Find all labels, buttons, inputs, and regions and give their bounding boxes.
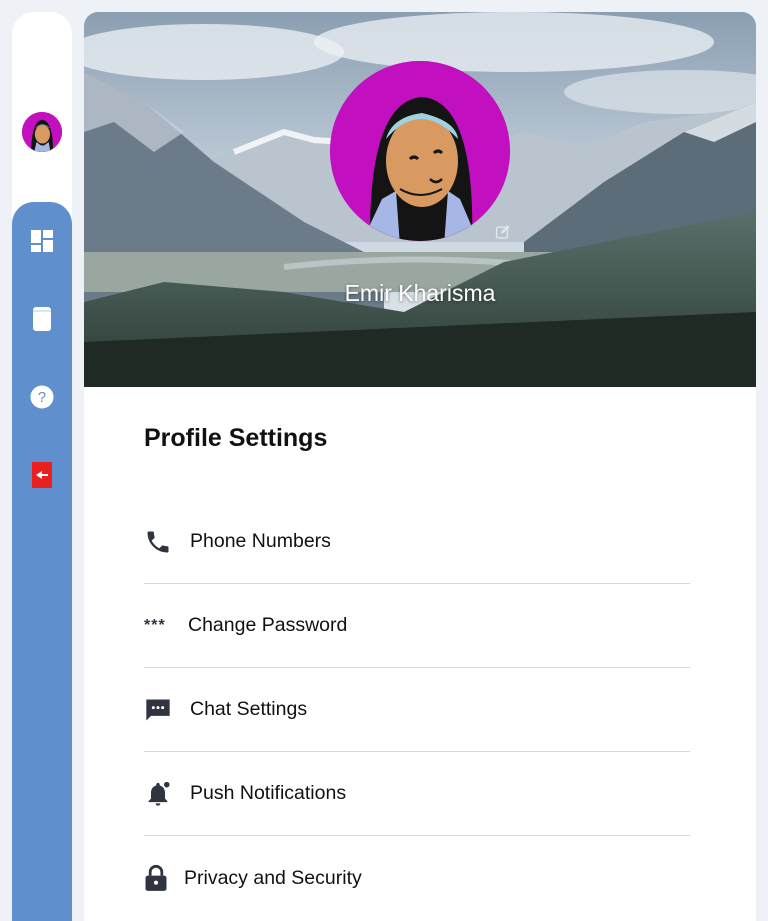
help-icon: ?: [30, 385, 54, 409]
setting-label: Change Password: [188, 614, 348, 636]
setting-phone-numbers[interactable]: Phone Numbers: [144, 500, 690, 584]
page-title: Profile Settings: [144, 424, 328, 452]
profile-card: Emir Kharisma Profile Settings Phone Num…: [84, 12, 756, 921]
logout-icon: [32, 462, 52, 488]
setting-label: Phone Numbers: [190, 530, 331, 552]
dashboard-button[interactable]: [30, 228, 54, 254]
profile-name: Emir Kharisma: [344, 280, 496, 306]
logout-button[interactable]: [30, 462, 54, 488]
bell-icon: [144, 779, 174, 809]
phone-icon: [144, 527, 174, 557]
setting-privacy-security[interactable]: Privacy and Security: [144, 836, 690, 920]
setting-push-notifications[interactable]: Push Notifications: [144, 752, 690, 836]
chat-icon: [144, 695, 174, 725]
help-button[interactable]: ?: [30, 384, 54, 410]
password-icon: ***: [144, 616, 166, 634]
sidebar: ?: [12, 202, 72, 921]
setting-label: Push Notifications: [190, 782, 347, 804]
edit-icon: [495, 225, 510, 239]
setting-change-password[interactable]: *** Change Password: [144, 584, 690, 668]
profile-avatar[interactable]: [330, 61, 510, 241]
lock-icon: [144, 863, 174, 893]
book-icon: [33, 307, 51, 331]
svg-text:?: ?: [38, 390, 46, 406]
setting-chat-settings[interactable]: Chat Settings: [144, 668, 690, 752]
edit-avatar-button[interactable]: [495, 224, 511, 240]
setting-label: Privacy and Security: [184, 866, 362, 889]
settings-list: Phone Numbers *** Change Password Chat S…: [144, 500, 690, 920]
setting-label: Chat Settings: [190, 698, 308, 720]
book-button[interactable]: [30, 306, 54, 332]
dashboard-icon: [31, 230, 53, 252]
user-avatar-icon[interactable]: [22, 112, 62, 152]
